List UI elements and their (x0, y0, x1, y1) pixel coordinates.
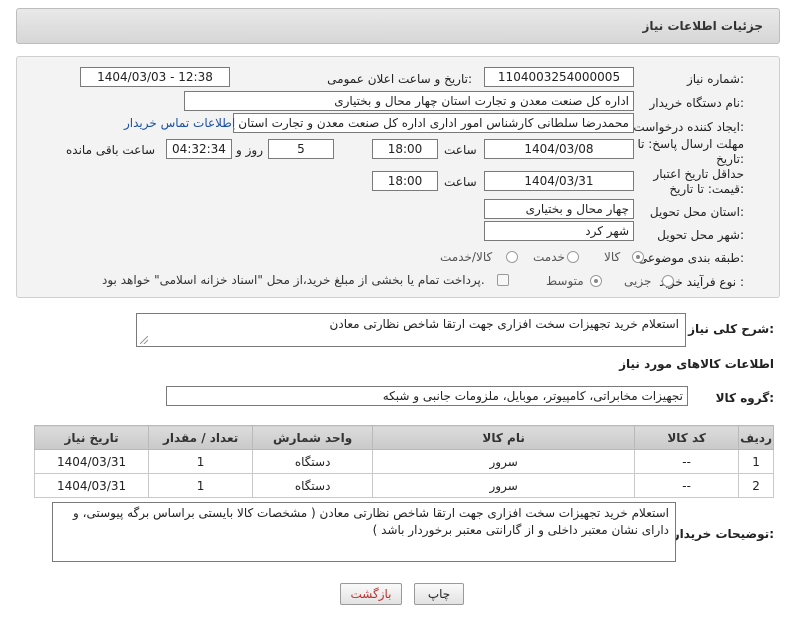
print-button[interactable]: چاپ (414, 583, 464, 605)
cell-quantity: 1 (148, 449, 254, 474)
col-header-quantity: تعداد / مقدار (148, 425, 254, 450)
goods-group-field[interactable]: تجهیزات مخابراتی، کامپیوتر، موبایل، ملزو… (166, 386, 688, 406)
validity-time-label: ساعت (444, 175, 477, 189)
cell-quantity: 1 (148, 473, 254, 498)
goods-table: ردیف کد کالا نام کالا واحد شمارش تعداد /… (33, 425, 774, 498)
process-medium-radio[interactable] (590, 275, 602, 287)
resize-grip-icon[interactable] (140, 336, 148, 344)
category-label: طبقه بندی موضوعی: (637, 251, 744, 265)
summary-text: استعلام خرید تجهیزات سخت افزاری جهت ارتق… (329, 317, 679, 331)
category-both-label: کالا/خدمت (440, 250, 493, 264)
reply-date-field[interactable]: 1404/03/08 (484, 139, 634, 159)
process-minor-label: جزیی (624, 274, 652, 288)
reply-time-label: ساعت (444, 143, 477, 157)
delivery-city-label: شهر محل تحویل: (657, 228, 744, 242)
back-button[interactable]: بازگشت (340, 583, 402, 605)
cell-unit: دستگاه (252, 473, 374, 498)
buyer-org-label: نام دستگاه خریدار: (649, 96, 745, 110)
goods-table-header-row: ردیف کد کالا نام کالا واحد شمارش تعداد /… (33, 425, 774, 450)
validity-time-field[interactable]: 18:00 (372, 171, 438, 191)
summary-textarea[interactable]: استعلام خرید تجهیزات سخت افزاری جهت ارتق… (136, 313, 686, 347)
category-goods-label: کالا (604, 250, 621, 264)
need-number-field[interactable]: 1104003254000005 (484, 67, 634, 87)
goods-section-title: اطلاعات کالاهای مورد نیاز (619, 357, 774, 371)
buyer-org-field[interactable]: اداره کل صنعت معدن و تجارت استان چهار مح… (184, 91, 634, 111)
category-service-radio[interactable] (567, 251, 579, 263)
cell-code: -- (634, 473, 740, 498)
creator-field[interactable]: محمدرضا سلطانی کارشناس امور اداری اداره … (233, 113, 634, 133)
delivery-province-field[interactable]: چهار محال و بختیاری (484, 199, 634, 219)
col-header-need-date: تاریخ نیاز (33, 425, 150, 450)
delivery-city-field[interactable]: شهر کرد (484, 221, 634, 241)
page-header: جزئیات اطلاعات نیاز (16, 8, 780, 44)
buyer-notes-label: توضیحات خریدار: (672, 527, 774, 541)
goods-group-label: گروه کالا: (715, 391, 774, 405)
col-header-unit: واحد شمارش (252, 425, 374, 450)
table-row[interactable]: 1 -- سرور دستگاه 1 1404/03/31 (33, 449, 774, 474)
col-header-row-number: ردیف (738, 425, 774, 450)
summary-label: شرح کلی نیاز: (688, 322, 774, 336)
category-service-label: خدمت (533, 250, 565, 264)
process-medium-label: متوسط (546, 274, 584, 288)
col-header-name: نام کالا (372, 425, 636, 450)
reply-deadline-label: مهلت ارسال پاسخ: تا تاریخ: (637, 137, 744, 166)
price-validity-label: حداقل تاریخ اعتبار قیمت: تا تاریخ: (653, 167, 744, 196)
cell-unit: دستگاه (252, 449, 374, 474)
need-number-label: شماره نیاز: (686, 72, 744, 86)
page-title: جزئیات اطلاعات نیاز (642, 19, 763, 33)
cell-need-date: 1404/03/31 (33, 449, 150, 474)
remaining-time-field[interactable]: 04:32:34 (166, 139, 232, 159)
announce-label: تاریخ و ساعت اعلان عمومی: (327, 72, 472, 86)
reply-time-field[interactable]: 18:00 (372, 139, 438, 159)
buyer-notes-textarea[interactable]: استعلام خرید تجهیزات سخت افزاری جهت ارتق… (52, 502, 676, 562)
table-row[interactable]: 2 -- سرور دستگاه 1 1404/03/31 (33, 473, 774, 498)
buyer-notes-text: استعلام خرید تجهیزات سخت افزاری جهت ارتق… (72, 506, 669, 537)
days-field[interactable]: 5 (268, 139, 334, 159)
announce-datetime-field[interactable]: 1404/03/03 - 12:38 (80, 67, 230, 87)
cell-row-number: 1 (738, 449, 774, 474)
category-both-radio[interactable] (506, 251, 518, 263)
category-goods-radio[interactable] (632, 251, 644, 263)
process-minor-radio[interactable] (662, 275, 674, 287)
treasury-payment-note: پرداخت تمام یا بخشی از مبلغ خرید،از محل … (102, 273, 485, 287)
cell-name: سرور (372, 473, 636, 498)
creator-label: ایجاد کننده درخواست: (633, 120, 744, 134)
buyer-contact-link[interactable]: اطلاعات تماس خریدار (124, 116, 235, 130)
cell-code: -- (634, 449, 740, 474)
cell-need-date: 1404/03/31 (33, 473, 150, 498)
cell-row-number: 2 (738, 473, 774, 498)
remaining-time-label: ساعت باقی مانده (66, 143, 156, 157)
validity-date-field[interactable]: 1404/03/31 (484, 171, 634, 191)
cell-name: سرور (372, 449, 636, 474)
treasury-payment-checkbox[interactable] (497, 274, 509, 286)
col-header-code: کد کالا (634, 425, 740, 450)
days-label: روز و (236, 143, 263, 157)
delivery-province-label: استان محل تحویل: (649, 205, 744, 219)
